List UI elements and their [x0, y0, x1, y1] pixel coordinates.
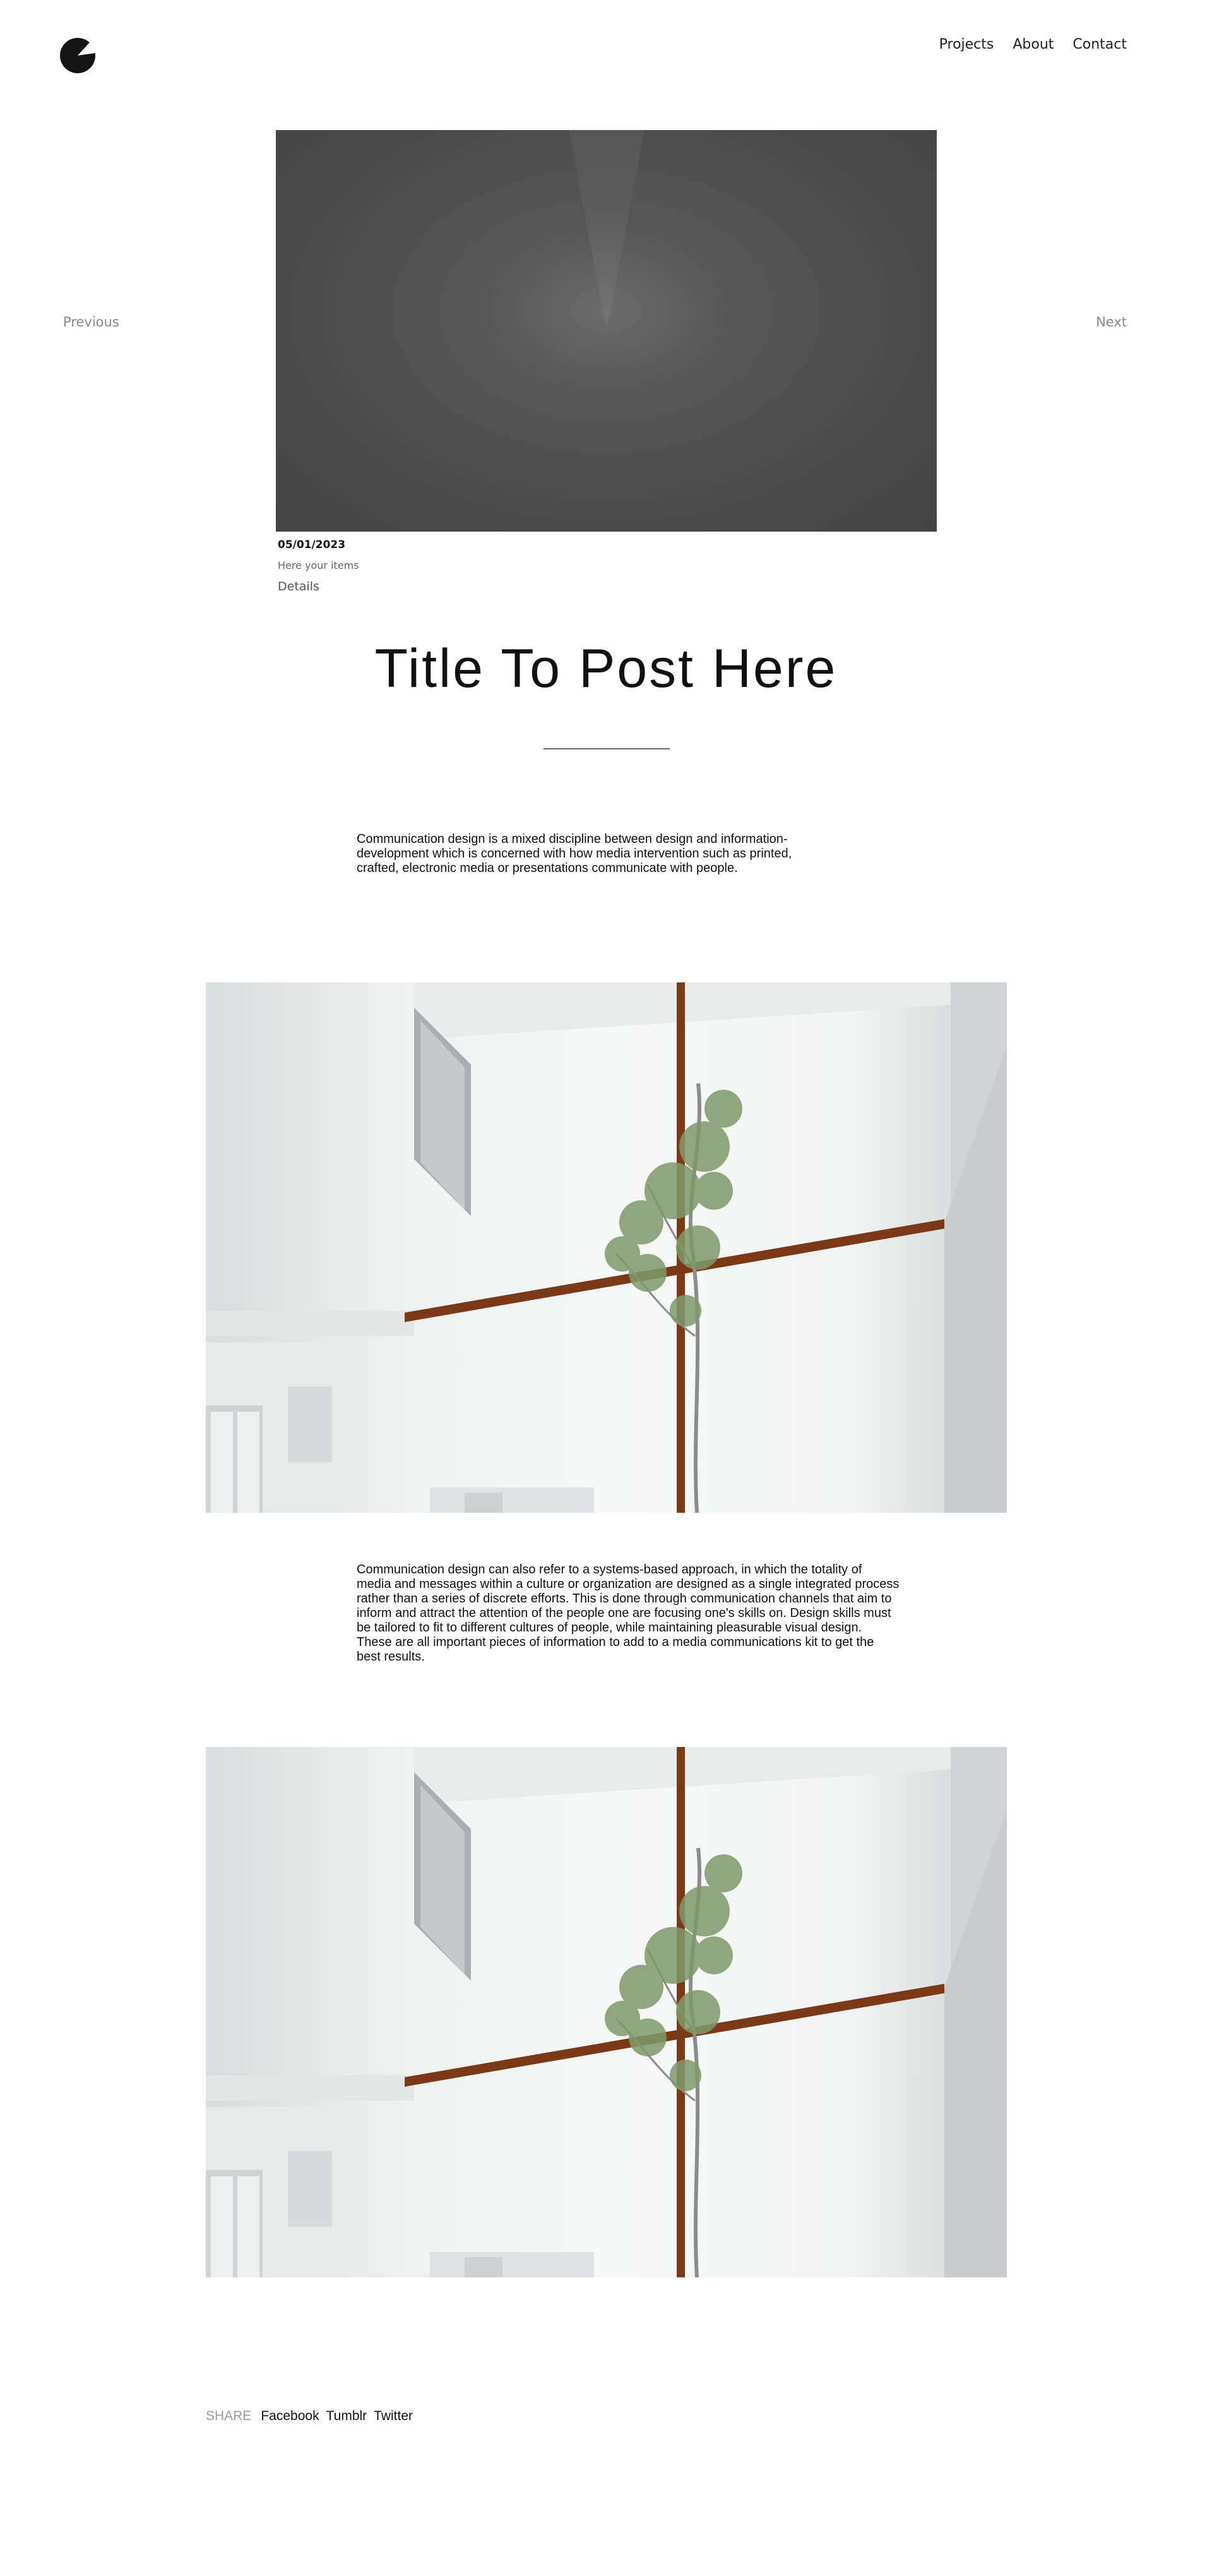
- nav-contact[interactable]: Contact: [1072, 37, 1127, 52]
- next-link[interactable]: Next: [1096, 314, 1127, 330]
- paragraph-systems: Communication design can also refer to a…: [357, 1563, 900, 1664]
- share-facebook-link[interactable]: Facebook: [261, 2409, 319, 2424]
- paragraph-intro: Communication design is a mixed discipli…: [357, 832, 792, 875]
- logo-icon[interactable]: [59, 37, 97, 75]
- nav-projects[interactable]: Projects: [939, 37, 994, 52]
- details-link[interactable]: Details: [278, 580, 319, 593]
- share-bar: SHARE Facebook Tumblr Twitter: [206, 2409, 413, 2424]
- page-title: Title To Post Here: [374, 638, 838, 699]
- nav-about[interactable]: About: [1013, 37, 1054, 52]
- previous-link[interactable]: Previous: [63, 314, 119, 330]
- title-divider: [544, 748, 670, 749]
- main-nav: Projects About Contact: [939, 37, 1127, 52]
- share-label: SHARE: [206, 2409, 252, 2423]
- share-twitter-link[interactable]: Twitter: [374, 2409, 413, 2424]
- post-items: Here your items: [278, 559, 359, 571]
- interior-photo: [206, 1747, 1007, 2277]
- hero-light-beam: [568, 130, 645, 332]
- hero-image: [276, 130, 937, 532]
- share-tumblr-link[interactable]: Tumblr: [326, 2409, 367, 2424]
- post-date: 05/01/2023: [278, 539, 346, 551]
- interior-photo: [206, 982, 1007, 1513]
